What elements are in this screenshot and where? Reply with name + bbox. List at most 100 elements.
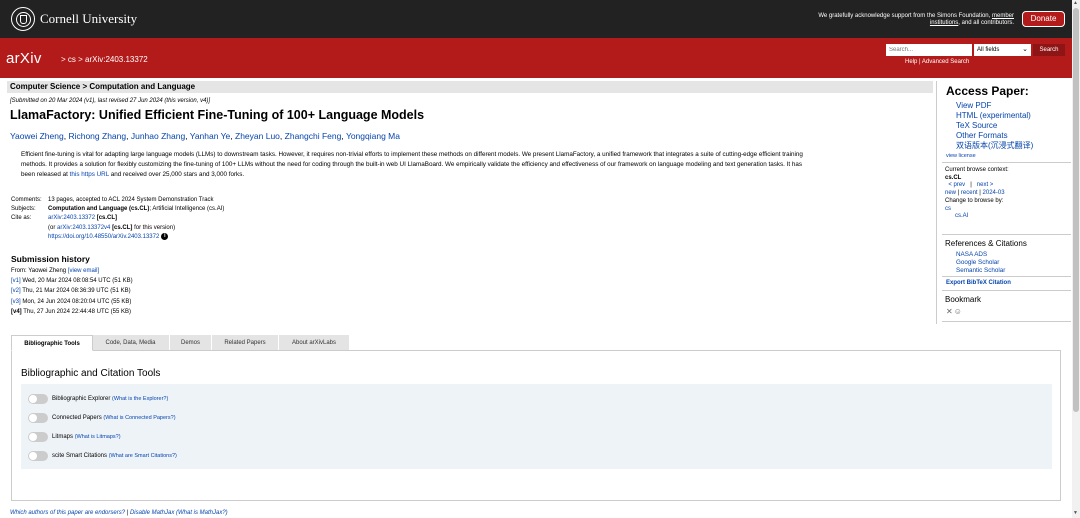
reddit-icon[interactable]: ☺ bbox=[954, 307, 963, 316]
panel-title: Bibliographic and Citation Tools bbox=[21, 368, 161, 379]
scite-toggle[interactable] bbox=[28, 451, 48, 461]
author-link[interactable]: Junhao Zhang bbox=[131, 131, 185, 141]
support-text-2: , and all contributors. bbox=[958, 20, 1014, 26]
nasa-ads-link[interactable]: NASA ADS bbox=[956, 251, 1005, 259]
google-scholar-link[interactable]: Google Scholar bbox=[956, 259, 1005, 267]
bookmark-icons: ✕☺ bbox=[946, 307, 963, 316]
view-pdf-link[interactable]: View PDF bbox=[956, 101, 1033, 111]
tab-related-papers[interactable]: Related Papers bbox=[212, 335, 278, 351]
tool-name: Litmaps bbox=[52, 434, 74, 440]
version-link[interactable]: [v3] bbox=[11, 299, 21, 305]
tab-demos[interactable]: Demos bbox=[170, 335, 211, 351]
chevron-down-icon: ⌄ bbox=[1022, 46, 1028, 53]
recent-link[interactable]: recent bbox=[961, 190, 978, 196]
author-link[interactable]: Richong Zhang bbox=[68, 131, 126, 141]
scroll-down-icon[interactable]: ▼ bbox=[1073, 510, 1078, 516]
donate-button[interactable]: Donate bbox=[1022, 11, 1065, 27]
subject-header: Computer Science > Computation and Langu… bbox=[7, 81, 933, 93]
arxiv-logo[interactable]: arXiv bbox=[6, 50, 42, 67]
tools-list: Bibliographic Explorer (What is the Expl… bbox=[21, 384, 1052, 469]
endorsers-link[interactable]: Which authors of this paper are endorser… bbox=[10, 510, 125, 516]
new-link[interactable]: new bbox=[945, 190, 956, 196]
cite-id-link[interactable]: arXiv:2403.13372 bbox=[48, 215, 95, 221]
tool-help-link[interactable]: (What are Smart Citations?) bbox=[109, 453, 177, 459]
tex-source-link[interactable]: TeX Source bbox=[956, 121, 1033, 131]
author-link[interactable]: Yongqiang Ma bbox=[346, 131, 400, 141]
member-link[interactable]: member bbox=[992, 13, 1014, 19]
history-version: [v3] Mon, 24 Jun 2024 08:20:04 UTC (55 K… bbox=[11, 297, 133, 307]
prev-next: < prev | next > bbox=[945, 182, 1009, 190]
divider bbox=[942, 290, 1071, 291]
advanced-search-link[interactable]: Advanced Search bbox=[922, 59, 969, 65]
author-link[interactable]: Yaowei Zheng bbox=[10, 131, 64, 141]
prev-link[interactable]: < prev bbox=[948, 182, 965, 188]
tool-help-link[interactable]: (What is Litmaps?) bbox=[75, 434, 121, 440]
doi-link[interactable]: https://doi.org/10.48550/arXiv.2403.1337… bbox=[48, 234, 159, 240]
divider bbox=[942, 234, 1071, 235]
tool-help-link[interactable]: (What is Connected Papers?) bbox=[103, 415, 175, 421]
bilingual-version-link[interactable]: 双语版本(沉浸式翻译) bbox=[956, 141, 1033, 151]
breadcrumb[interactable]: > cs > arXiv:2403.13372 bbox=[61, 55, 148, 64]
info-icon[interactable]: i bbox=[161, 232, 169, 240]
author-link[interactable]: Yanhan Ye bbox=[190, 131, 231, 141]
html-experimental-link[interactable]: HTML (experimental) bbox=[956, 111, 1033, 121]
code-url-link[interactable]: this https URL bbox=[70, 171, 109, 178]
fields-select[interactable]: All fields ⌄ bbox=[974, 44, 1031, 56]
tool-name: Connected Papers bbox=[52, 415, 102, 421]
scroll-thumb[interactable] bbox=[1073, 8, 1079, 412]
bibsonomy-icon[interactable]: ✕ bbox=[946, 307, 954, 316]
version-date: Thu, 21 Mar 2024 08:36:39 UTC (51 KB) bbox=[22, 288, 131, 295]
paper-title: LlamaFactory: Unified Efficient Fine-Tun… bbox=[10, 108, 425, 122]
history-version: [v1] Wed, 20 Mar 2024 08:08:54 UTC (51 K… bbox=[11, 276, 133, 286]
export-bibtex-link[interactable]: Export BibTeX Citation bbox=[946, 280, 1011, 286]
bibliographic-explorer-toggle[interactable] bbox=[28, 394, 48, 404]
what-is-mathjax-link[interactable]: (What is MathJax?) bbox=[176, 510, 228, 516]
subjects-label: Subjects: bbox=[11, 206, 36, 213]
month-link[interactable]: 2024-03 bbox=[983, 190, 1005, 196]
cite-value: arXiv:2403.13372 [cs.CL] bbox=[48, 214, 117, 223]
disable-mathjax-link[interactable]: Disable MathJax bbox=[130, 510, 174, 516]
browse-csai-link[interactable]: cs.AI bbox=[955, 213, 968, 219]
separator: | bbox=[970, 182, 972, 188]
cite-label: Cite as: bbox=[11, 215, 32, 222]
connected-papers-toggle[interactable] bbox=[28, 413, 48, 423]
tool-name: scite Smart Citations bbox=[52, 453, 108, 459]
view-email-link[interactable]: [view email] bbox=[68, 268, 99, 274]
access-links: View PDF HTML (experimental) TeX Source … bbox=[956, 101, 1033, 151]
history-version: [v4] Thu, 27 Jun 2024 22:44:48 UTC (55 K… bbox=[11, 307, 133, 317]
browse-context-label: Current browse context: bbox=[945, 167, 1009, 173]
search-button[interactable]: Search bbox=[1033, 44, 1065, 56]
current-version-label: [v4] bbox=[11, 308, 22, 315]
search-input[interactable] bbox=[886, 44, 972, 56]
version-link[interactable]: [v1] bbox=[11, 278, 21, 284]
abstract-text: been released at bbox=[21, 171, 68, 178]
version-date: Mon, 24 Jun 2024 08:20:04 UTC (55 KB) bbox=[22, 298, 132, 305]
institutions-link[interactable]: institutions bbox=[930, 20, 958, 26]
tool-help-link[interactable]: (What is the Explorer?) bbox=[112, 396, 168, 402]
tab-about-arxivlabs[interactable]: About arXivLabs bbox=[279, 335, 349, 351]
history-version: [v2] Thu, 21 Mar 2024 08:36:39 UTC (51 K… bbox=[11, 286, 133, 296]
listing-links: new | recent | 2024-03 bbox=[945, 189, 1005, 196]
semantic-scholar-link[interactable]: Semantic Scholar bbox=[956, 267, 1005, 275]
primary-subject: Computation and Language (cs.CL) bbox=[48, 206, 150, 213]
vertical-scrollbar[interactable]: ▲ ▼ bbox=[1072, 0, 1080, 518]
cite-version-link[interactable]: arXiv:2403.13372v4 bbox=[57, 225, 110, 231]
other-formats-link[interactable]: Other Formats bbox=[956, 131, 1033, 141]
cornell-seal-icon[interactable] bbox=[11, 7, 35, 31]
tab-code-data-media[interactable]: Code, Data, Media bbox=[92, 335, 169, 351]
cite-version-category: [cs.CL] bbox=[112, 224, 133, 231]
cornell-university-link[interactable]: Cornell University bbox=[40, 11, 137, 27]
version-link[interactable]: [v2] bbox=[11, 288, 21, 294]
view-license-link[interactable]: view license bbox=[946, 153, 976, 159]
browse-cs-link[interactable]: cs bbox=[945, 206, 951, 212]
author-link[interactable]: Zhangchi Feng bbox=[285, 131, 342, 141]
scroll-up-icon[interactable]: ▲ bbox=[1073, 0, 1078, 6]
support-text-1: We gratefully acknowledge support from t… bbox=[818, 13, 991, 19]
footer-links: Which authors of this paper are endorser… bbox=[10, 510, 228, 516]
tab-bibliographic-tools[interactable]: Bibliographic Tools bbox=[11, 335, 93, 351]
access-paper-title: Access Paper: bbox=[946, 84, 1029, 98]
help-link[interactable]: Help bbox=[905, 59, 917, 65]
next-link[interactable]: next > bbox=[977, 182, 994, 188]
author-link[interactable]: Zheyan Luo bbox=[235, 131, 280, 141]
litmaps-toggle[interactable] bbox=[28, 432, 48, 442]
